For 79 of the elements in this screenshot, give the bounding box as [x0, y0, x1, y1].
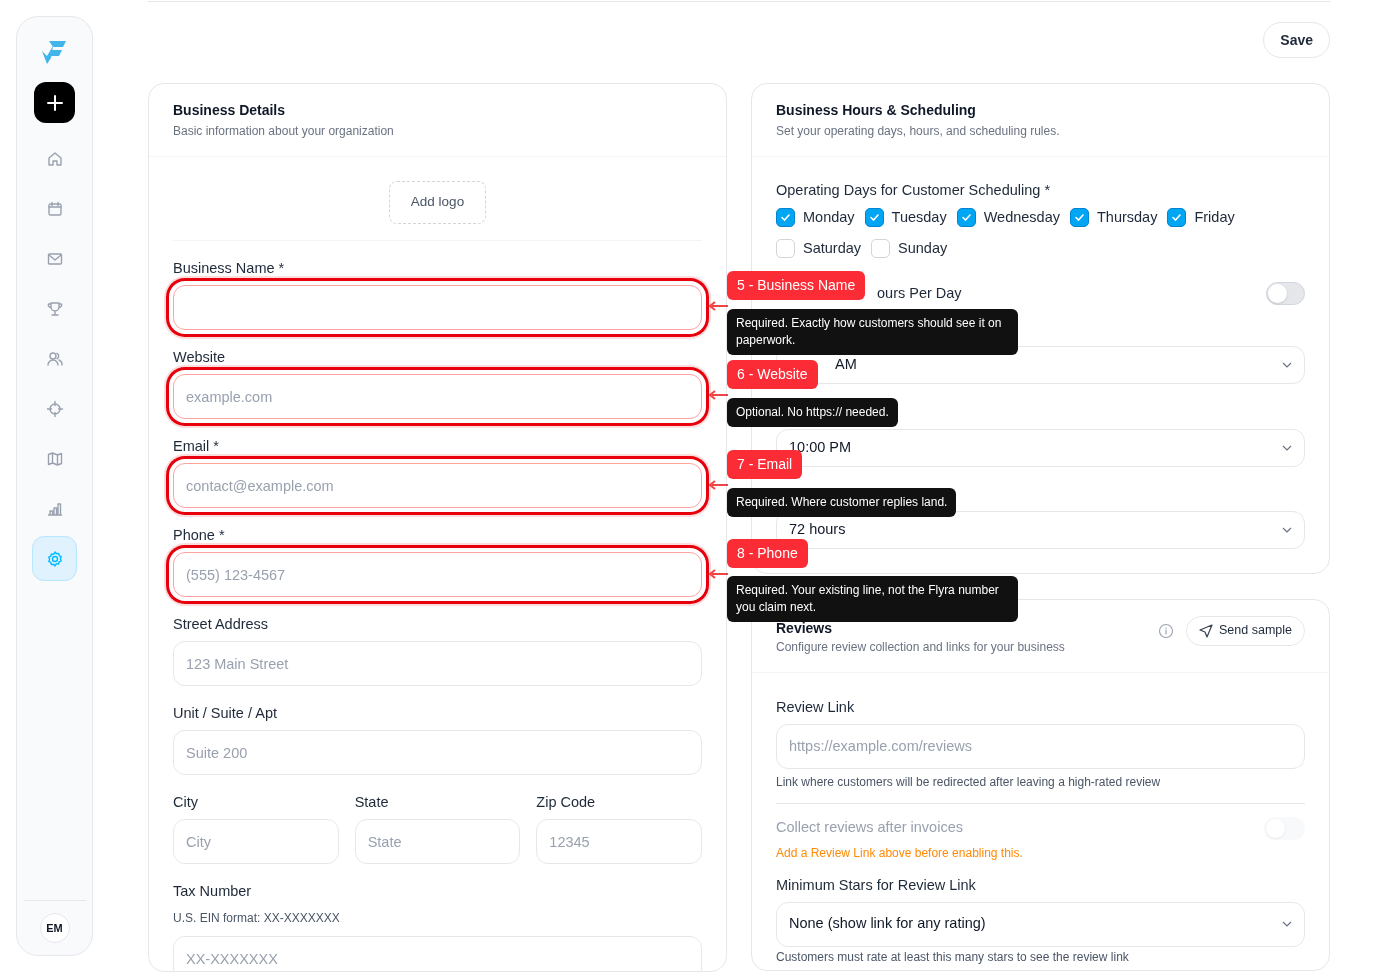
step-badge: 5 - Business Name: [727, 271, 866, 300]
check-icon: [1074, 212, 1085, 224]
send-icon: [1199, 623, 1214, 638]
field-hint: Link where customers will be redirected after leaving a high-rated review: [776, 773, 1305, 804]
card-subtitle: Set your operating days, hours, and scheduling rules.: [776, 123, 1061, 140]
field-label: Minimum Stars for Review Link: [776, 875, 977, 894]
check-icon: [1171, 212, 1183, 224]
checkbox[interactable]: [1070, 208, 1089, 228]
map-icon: [45, 449, 64, 468]
info-icon[interactable]: [1158, 622, 1175, 639]
url-field[interactable]: https://example.com/reviews: [776, 723, 1305, 769]
warning-text: Add a Review Link above before enabling this.: [776, 844, 1024, 862]
step-badge: 8 - Phone: [727, 539, 808, 568]
check-icon: [780, 212, 791, 224]
field-label: Collect reviews after invoices: [776, 818, 963, 838]
checkbox-label: Sunday: [898, 238, 948, 258]
pointer-arrow: [709, 390, 728, 400]
card-subtitle: Basic information about your organization: [173, 123, 395, 140]
text-field[interactable]: (555) 123-4567: [173, 552, 702, 597]
card-title: Business Details: [173, 101, 287, 120]
field-label: ours Per Day: [877, 283, 962, 303]
pointer-arrow: [709, 569, 728, 579]
field-label: Operating Days for Customer Scheduling *: [776, 181, 1052, 199]
checkbox-label: Tuesday: [891, 208, 947, 227]
checkbox-label: Thursday: [1097, 208, 1158, 227]
user-avatar[interactable]: EM: [39, 913, 70, 943]
calendar-icon: [45, 199, 64, 218]
checkbox-label: Monday: [803, 208, 855, 227]
field-hint: U.S. EIN format: XX-XXXXXXX: [173, 910, 341, 927]
card-subtitle: Configure review collection and links for your business: [776, 638, 1065, 656]
tooltip: Required. Exactly how customers should see it on paperwork.: [727, 309, 1018, 355]
toggle-switch[interactable]: [1266, 282, 1305, 305]
add-button[interactable]: [34, 82, 75, 123]
field-label: Street Address: [173, 615, 270, 633]
sidebar-nav-item[interactable]: [32, 536, 77, 581]
check-icon: [868, 212, 880, 224]
pointer-arrow: [709, 301, 728, 311]
field-label: City: [173, 793, 199, 811]
trophy-icon: [45, 299, 64, 318]
card-title: Business Hours & Scheduling: [776, 101, 977, 120]
field-label: Website: [173, 348, 227, 366]
checkbox[interactable]: [1167, 208, 1187, 228]
field-label: Tax Number: [173, 882, 253, 900]
field-label: Unit / Suite / Apt: [173, 704, 278, 722]
crosshair-icon: [45, 399, 64, 418]
select-dropdown[interactable]: 72 hours: [776, 510, 1305, 549]
field-label: Zip Code: [536, 793, 597, 811]
checkbox[interactable]: [776, 208, 795, 228]
tooltip: Required. Your existing line, not the Flyra number you claim next.: [727, 576, 1018, 622]
chevron-down-icon: [1282, 921, 1292, 927]
checkbox-label: Wednesday: [983, 208, 1060, 227]
text-field[interactable]: example.com: [173, 374, 702, 419]
checkbox[interactable]: [956, 208, 976, 228]
pointer-arrow: [709, 480, 728, 490]
checkbox[interactable]: [864, 208, 884, 228]
field-label: Email *: [173, 437, 220, 455]
check-icon: [960, 212, 972, 224]
chevron-down-icon: [1282, 361, 1292, 368]
field-label: Review Link: [776, 697, 856, 716]
checkbox-label: Saturday: [803, 238, 862, 258]
chevron-down-icon: [1282, 526, 1292, 533]
field-label: State: [354, 793, 390, 811]
save-button[interactable]: Save: [1263, 22, 1330, 58]
select-dropdown[interactable]: None (show link for any rating): [776, 901, 1305, 947]
add-logo-button[interactable]: Add logo: [389, 181, 486, 224]
plus-icon: [45, 93, 64, 112]
tooltip: Required. Where customer replies land.: [727, 488, 957, 517]
home-icon: [45, 149, 64, 168]
tooltip: Optional. No https:// needed.: [727, 398, 898, 427]
field-label: Business Name *: [173, 259, 286, 277]
chevron-down-icon: [1282, 444, 1292, 451]
field-hint: Customers must rate at least this many stars to see the review link: [776, 949, 1130, 964]
step-badge: 6 - Website: [727, 360, 818, 389]
text-field[interactable]: contact@example.com: [173, 463, 702, 508]
text-field[interactable]: [173, 285, 702, 330]
field-label: Phone *: [173, 526, 226, 544]
users-icon: [45, 349, 64, 368]
checkbox-label: Friday: [1194, 208, 1235, 227]
settings-icon: [45, 549, 64, 568]
